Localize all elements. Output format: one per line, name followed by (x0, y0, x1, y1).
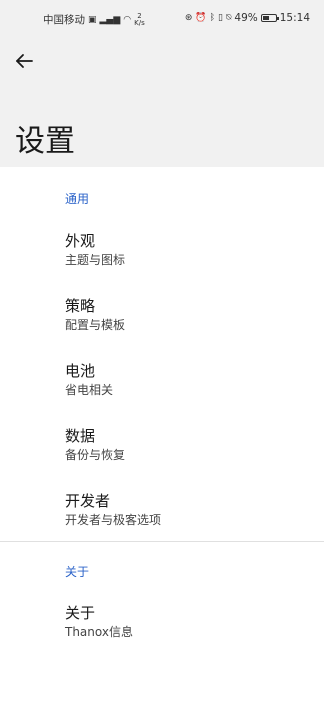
status-bar: 中国移动 ▣ ▂▄▆ ◠ 2 K/s ⊛ ⏰ ᛒ ▯ ⍉ 49% 15:14 (0, 0, 324, 34)
alarm-icon: ⏰ (195, 13, 207, 23)
item-title: 数据 (65, 427, 96, 445)
app-bar: 中国移动 ▣ ▂▄▆ ◠ 2 K/s ⊛ ⏰ ᛒ ▯ ⍉ 49% 15:14 设… (0, 0, 324, 167)
bluetooth-icon: ᛒ (209, 13, 216, 23)
item-subtitle: 开发者与极客选项 (65, 513, 162, 527)
signal-icon: ▂▄▆ (99, 14, 121, 25)
item-subtitle: 省电相关 (65, 383, 114, 397)
status-right: ⊛ ⏰ ᛒ ▯ ⍉ 49% 15:14 (185, 12, 310, 24)
page-title: 设置 (15, 124, 75, 159)
battery-level (262, 16, 269, 20)
item-title: 开发者 (65, 492, 111, 510)
status-left: 中国移动 ▣ ▂▄▆ ◠ 2 K/s (43, 12, 145, 27)
vibrate-icon: ▯ (218, 13, 223, 23)
settings-item-data[interactable]: 数据 备份与恢复 (0, 425, 324, 485)
arrow-back-icon (16, 54, 33, 68)
item-subtitle: 配置与模板 (65, 318, 126, 332)
net-speed: 2 K/s (134, 12, 145, 27)
net-speed-unit: K/s (134, 18, 145, 27)
hd-icon: ▣ (88, 14, 97, 25)
section-divider (0, 541, 324, 542)
settings-item-strategy[interactable]: 策略 配置与模板 (0, 295, 324, 355)
item-title: 外观 (65, 232, 96, 250)
item-subtitle: 备份与恢复 (65, 448, 126, 462)
clock: 15:14 (279, 12, 310, 24)
battery-icon (260, 14, 279, 22)
battery-percent: 49% (234, 12, 258, 24)
item-title: 策略 (65, 297, 96, 315)
back-button[interactable] (12, 50, 38, 72)
nfc-icon: ⊛ (184, 13, 193, 23)
mute-icon: ⍉ (225, 13, 232, 23)
carrier-label: 中国移动 (43, 14, 85, 26)
settings-item-about[interactable]: 关于 Thanox信息 (0, 602, 324, 662)
settings-item-battery[interactable]: 电池 省电相关 (0, 360, 324, 420)
item-subtitle: 主题与图标 (65, 253, 126, 267)
section-header-general: 通用 (65, 192, 90, 206)
section-header-about: 关于 (65, 565, 90, 579)
settings-item-appearance[interactable]: 外观 主题与图标 (0, 230, 324, 290)
wifi-icon: ◠ (123, 14, 132, 25)
item-subtitle: Thanox信息 (65, 625, 133, 639)
item-title: 电池 (65, 362, 96, 380)
item-title: 关于 (65, 604, 96, 622)
